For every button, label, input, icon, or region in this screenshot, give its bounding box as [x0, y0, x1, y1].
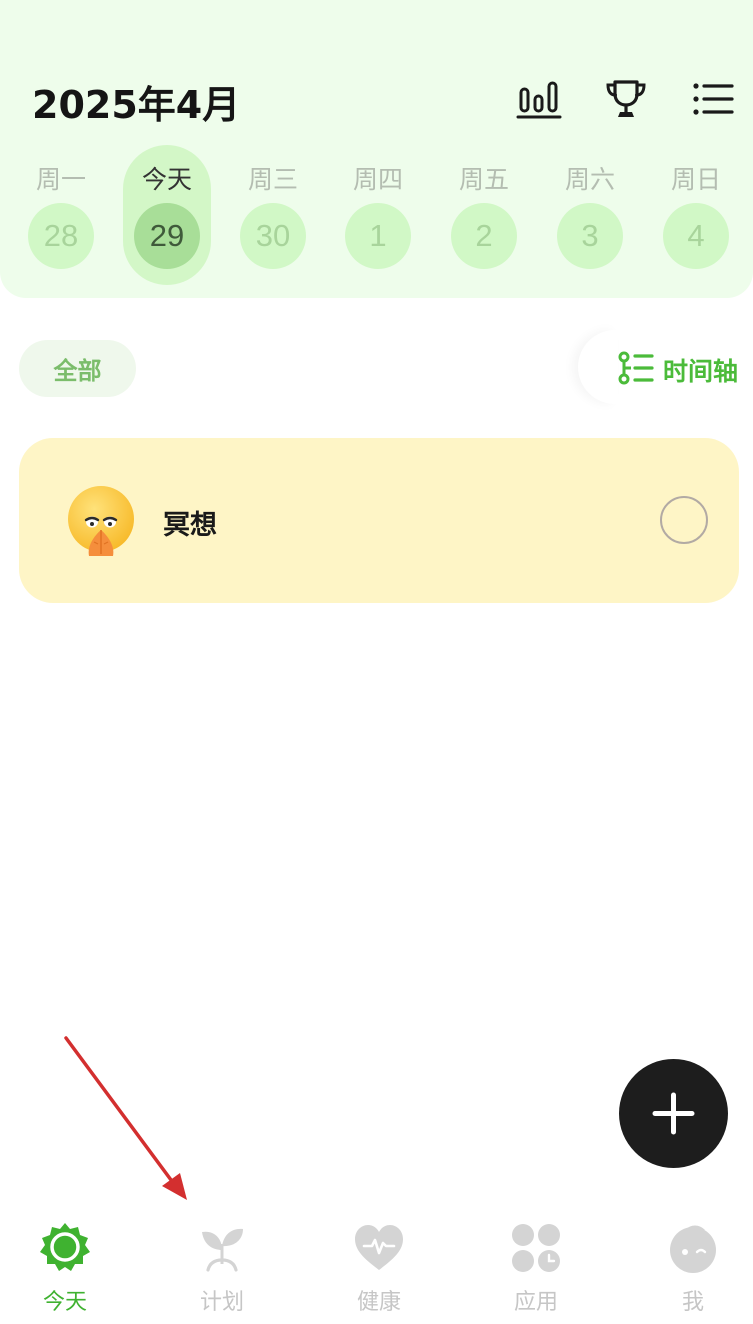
day-cell-4[interactable]: 4: [663, 203, 729, 269]
filter-all-chip[interactable]: 全部: [19, 340, 136, 397]
nav-item-today[interactable]: 今天: [0, 1218, 130, 1318]
profile-face-icon: [670, 1225, 716, 1273]
nav-item-health[interactable]: 健康: [314, 1218, 444, 1318]
heart-pulse-icon: [355, 1225, 403, 1270]
timeline-label[interactable]: 时间轴: [663, 352, 738, 388]
timeline-icon: [618, 351, 654, 385]
task-title: 冥想: [163, 510, 217, 541]
day-name-wed: 周三: [247, 165, 298, 194]
day-name-today: 今天: [141, 165, 192, 194]
nav-label-plan: 计划: [199, 1290, 244, 1315]
month-title[interactable]: 2025年4月: [32, 74, 240, 129]
day-cell-30[interactable]: 30: [240, 203, 306, 269]
plus-icon: [652, 1092, 695, 1135]
list-icon[interactable]: [690, 76, 736, 122]
meditation-emoji-icon: [68, 486, 134, 556]
task-complete-checkbox[interactable]: [660, 496, 708, 544]
day-cell-2[interactable]: 2: [451, 203, 517, 269]
day-name-mon: 周一: [35, 165, 86, 194]
apps-grid-icon: [512, 1224, 560, 1272]
nav-item-me[interactable]: 我: [628, 1218, 753, 1318]
add-task-button[interactable]: [619, 1059, 728, 1168]
nav-label-apps: 应用: [513, 1290, 558, 1315]
nav-item-plan[interactable]: 计划: [157, 1218, 287, 1318]
day-name-sat: 周六: [564, 165, 615, 194]
nav-label-today: 今天: [42, 1290, 87, 1315]
day-name-thu: 周四: [352, 165, 403, 194]
nav-label-health: 健康: [356, 1290, 401, 1315]
day-name-sun: 周日: [670, 165, 721, 194]
sprout-icon: [202, 1228, 243, 1272]
day-name-fri: 周五: [458, 165, 509, 194]
day-cell-today[interactable]: 29: [134, 203, 200, 269]
day-cell-3[interactable]: 3: [557, 203, 623, 269]
trophy-icon[interactable]: [603, 76, 649, 122]
day-cell-1[interactable]: 1: [345, 203, 411, 269]
nav-item-apps[interactable]: 应用: [471, 1218, 601, 1318]
bar-chart-icon[interactable]: [516, 76, 562, 122]
nav-label-me: 我: [681, 1290, 704, 1315]
day-cell-28[interactable]: 28: [28, 203, 94, 269]
sun-badge-icon: [40, 1223, 90, 1271]
